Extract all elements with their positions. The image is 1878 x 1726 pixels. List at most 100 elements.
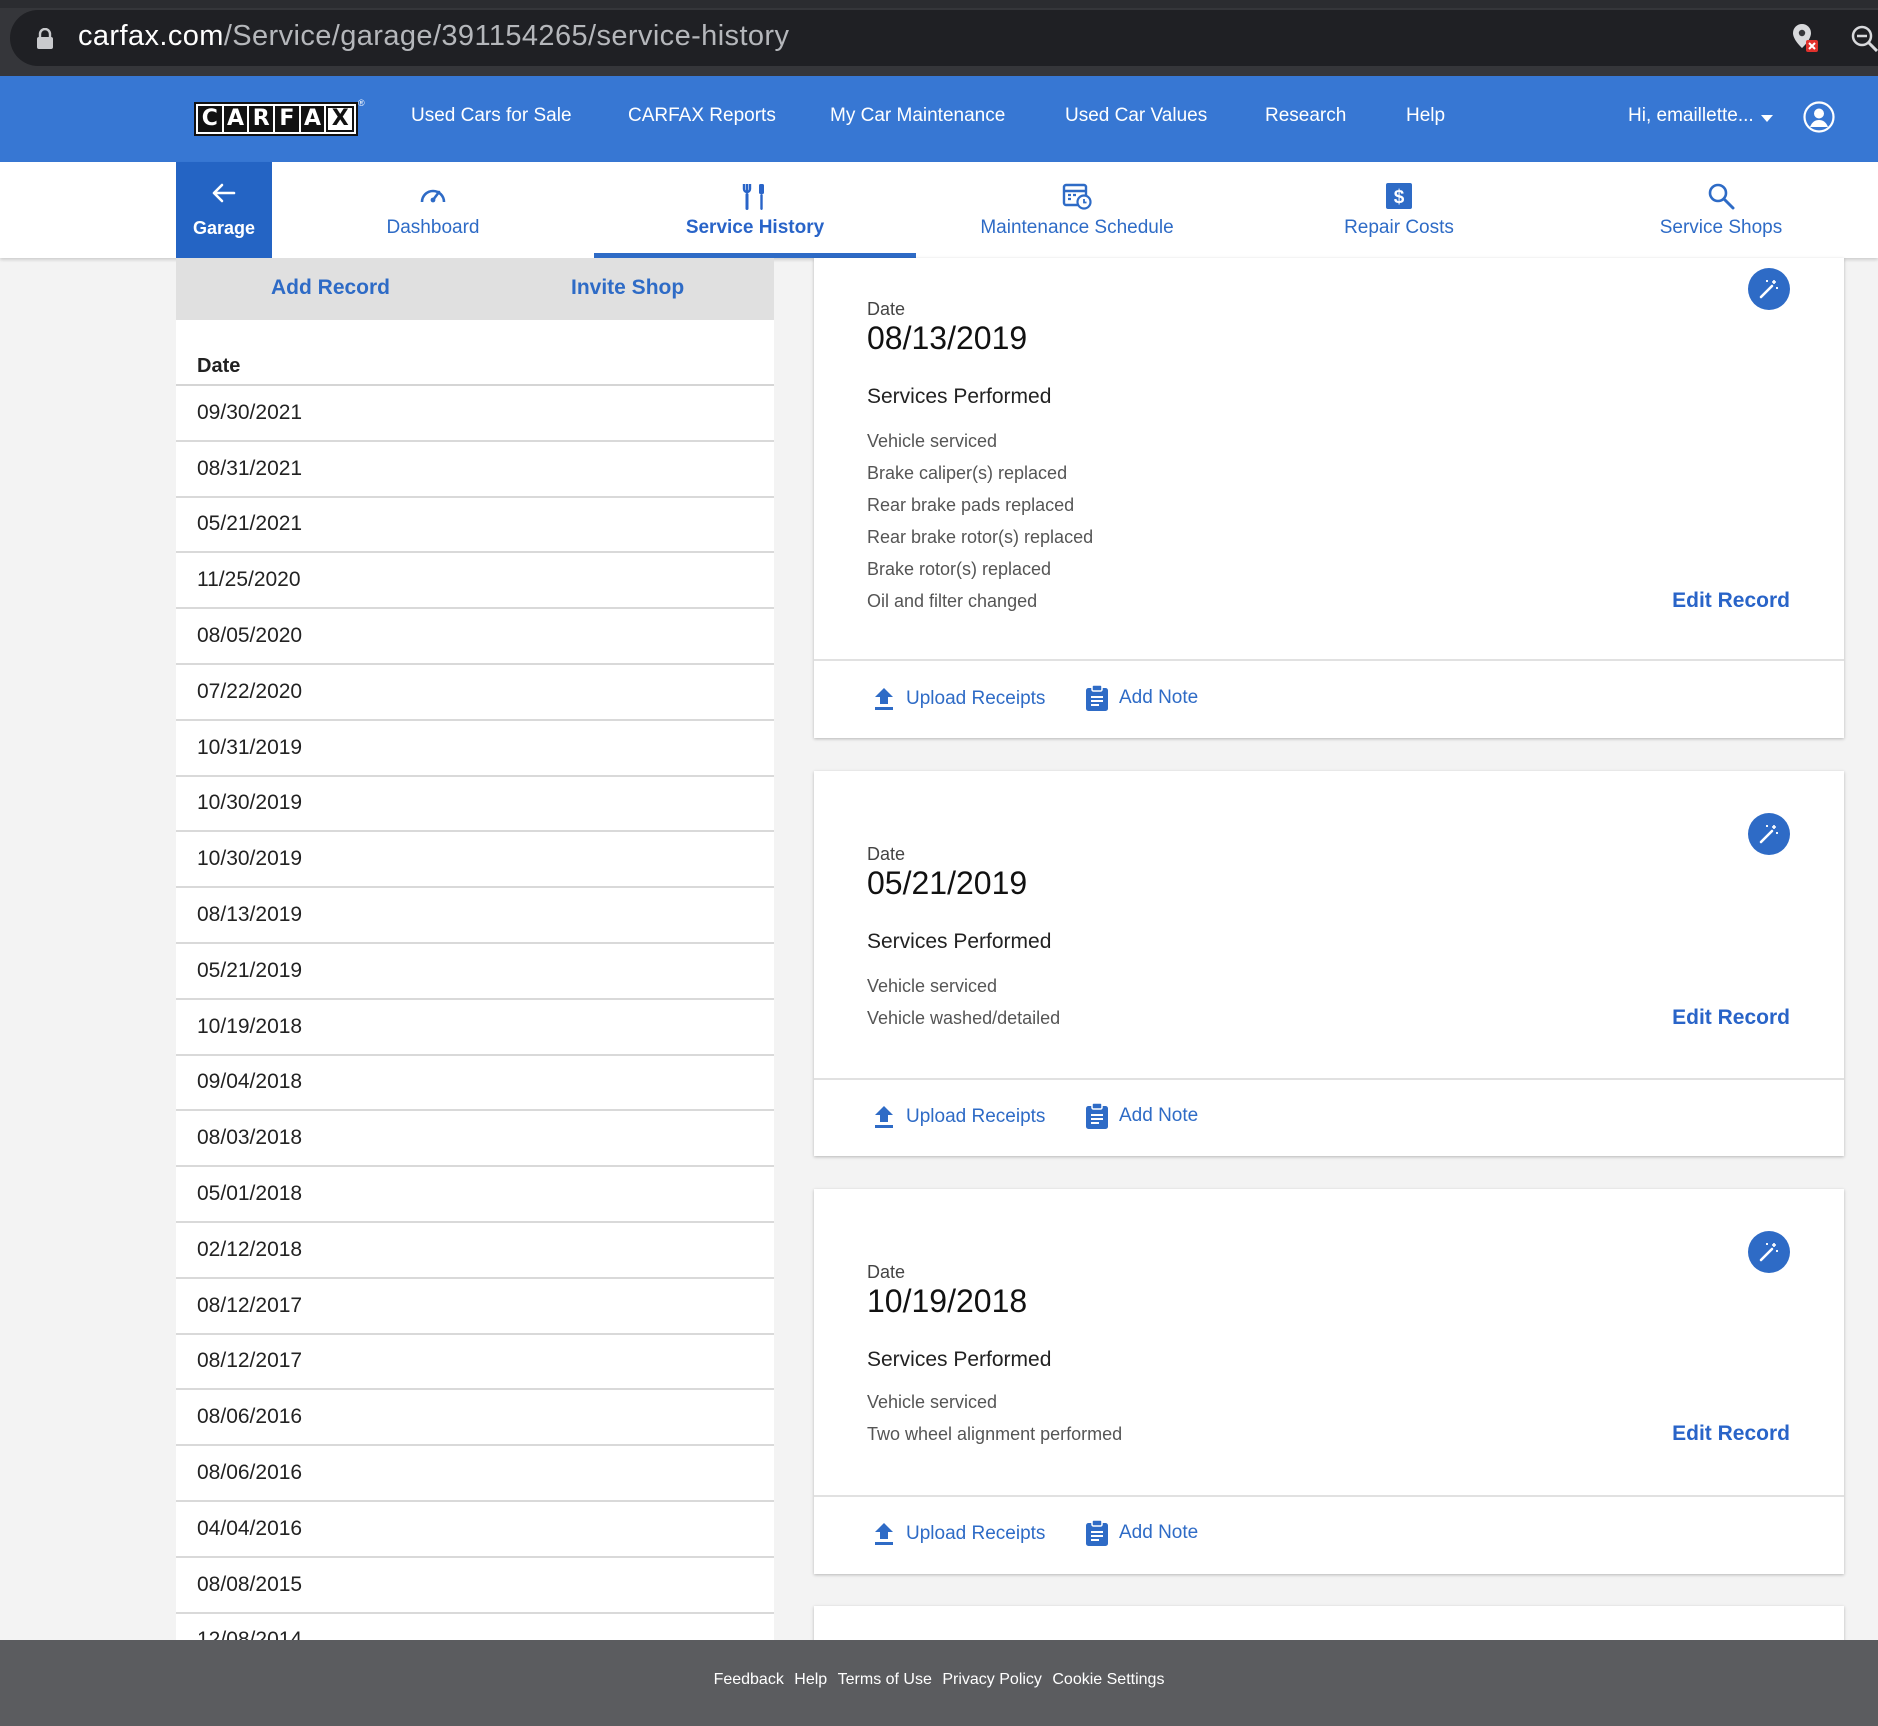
date-column-header: Date: [197, 355, 241, 377]
upload-receipts-button[interactable]: Upload Receipts: [872, 1104, 1045, 1130]
nav-carfax-reports[interactable]: CARFAX Reports: [628, 105, 776, 127]
date-list-item[interactable]: 05/21/2021: [176, 498, 774, 554]
date-list-item[interactable]: 05/01/2018: [176, 1167, 774, 1223]
upload-receipts-label: Upload Receipts: [906, 688, 1046, 709]
add-note-label: Add Note: [1119, 687, 1199, 708]
add-note-label: Add Note: [1119, 1105, 1199, 1126]
upload-receipts-label: Upload Receipts: [906, 1106, 1046, 1127]
date-list-item[interactable]: 08/08/2015: [176, 1558, 774, 1614]
tab-service-shops[interactable]: Service Shops: [1594, 162, 1848, 258]
date-list-item[interactable]: 10/31/2019: [176, 721, 774, 777]
services-list: Vehicle serviced Vehicle washed/detailed: [867, 970, 1060, 1034]
date-list-item[interactable]: 12/08/2014: [176, 1614, 774, 1640]
tab-maintenance-schedule-label: Maintenance Schedule: [980, 217, 1174, 238]
url-text[interactable]: carfax.com/Service/garage/391154265/serv…: [78, 20, 789, 53]
upload-receipts-button[interactable]: Upload Receipts: [872, 686, 1045, 712]
service-item: Oil and filter changed: [867, 591, 1038, 611]
date-list-item[interactable]: 08/12/2017: [176, 1279, 774, 1335]
edit-record-button[interactable]: Edit Record: [1672, 1422, 1790, 1446]
add-note-button[interactable]: Add Note: [1085, 684, 1198, 712]
nav-used-car-values[interactable]: Used Car Values: [1065, 105, 1207, 127]
carfax-logo[interactable]: C A R F A X: [194, 102, 358, 136]
date-list-item[interactable]: 08/06/2016: [176, 1390, 774, 1447]
date-list-item[interactable]: 11/25/2020: [176, 553, 774, 610]
service-item: Vehicle washed/detailed: [867, 1008, 1061, 1028]
logo-letter: R: [249, 106, 274, 132]
upload-receipts-button[interactable]: Upload Receipts: [872, 1521, 1045, 1547]
record-date: 10/19/2018: [867, 1283, 1028, 1319]
services-performed-heading: Services Performed: [867, 930, 1052, 953]
date-list-item[interactable]: 09/04/2018: [176, 1056, 774, 1112]
invite-shop-button[interactable]: Invite Shop: [571, 276, 684, 300]
date-list-item[interactable]: 08/03/2018: [176, 1111, 774, 1168]
user-avatar-icon[interactable]: [1803, 101, 1835, 133]
location-blocked-icon[interactable]: [1790, 22, 1820, 54]
services-performed-heading: Services Performed: [867, 385, 1052, 408]
upload-icon: [875, 1106, 893, 1128]
clipboard-icon: [1086, 1102, 1108, 1129]
date-list-item[interactable]: 09/30/2021: [176, 386, 774, 442]
footer-link-feedback[interactable]: Feedback: [714, 1671, 784, 1688]
footer-link-cookie-settings[interactable]: Cookie Settings: [1052, 1671, 1164, 1688]
user-menu-greeting[interactable]: Hi, emaillette...: [1628, 105, 1754, 127]
add-note-button[interactable]: Add Note: [1085, 1519, 1198, 1547]
upload-icon: [875, 688, 893, 710]
add-note-button[interactable]: Add Note: [1085, 1102, 1198, 1130]
tab-repair-costs-label: Repair Costs: [1344, 217, 1454, 238]
edit-record-button[interactable]: Edit Record: [1672, 589, 1790, 613]
service-date-list-panel: Add Record Invite Shop Date 09/30/2021 08…: [176, 258, 774, 1640]
auto-fill-button[interactable]: [1748, 268, 1790, 310]
tab-repair-costs[interactable]: $ Repair Costs: [1272, 162, 1526, 258]
edit-record-button[interactable]: Edit Record: [1672, 1006, 1790, 1030]
date-list-item[interactable]: 04/04/2016: [176, 1502, 774, 1558]
nav-used-cars-for-sale[interactable]: Used Cars for Sale: [411, 105, 572, 127]
add-record-button[interactable]: Add Record: [271, 276, 390, 300]
tab-dashboard[interactable]: Dashboard: [306, 162, 560, 258]
footer-link-terms-of-use[interactable]: Terms of Use: [838, 1671, 932, 1688]
date-list-item[interactable]: 07/22/2020: [176, 665, 774, 721]
speedometer-icon: [420, 189, 446, 203]
auto-fill-button[interactable]: [1748, 1231, 1790, 1273]
add-note-label: Add Note: [1119, 1522, 1199, 1543]
date-list-item[interactable]: 08/31/2021: [176, 442, 774, 498]
footer-links: Feedback Help Terms of Use Privacy Polic…: [0, 1671, 1878, 1689]
date-list: 09/30/2021 08/31/2021 05/21/2021 11/25/2020…: [176, 386, 774, 1640]
date-list-item[interactable]: 08/13/2019: [176, 888, 774, 944]
footer-link-help[interactable]: Help: [794, 1671, 827, 1688]
logo-letter: C: [198, 106, 222, 132]
registered-mark: ®: [358, 98, 365, 108]
nav-research[interactable]: Research: [1265, 105, 1346, 127]
tab-maintenance-schedule[interactable]: Maintenance Schedule: [950, 162, 1204, 258]
date-list-item[interactable]: 08/05/2020: [176, 609, 774, 665]
garage-back-button[interactable]: Garage: [176, 162, 272, 258]
service-item: Vehicle serviced: [867, 1392, 998, 1412]
service-item: Rear brake rotor(s) replaced: [867, 527, 1094, 547]
logo-letter: A: [223, 106, 248, 132]
date-list-item[interactable]: 05/21/2019: [176, 944, 774, 1000]
calendar-clock-icon: [1062, 183, 1092, 210]
search-icon: [1708, 183, 1735, 210]
service-item: Vehicle serviced: [867, 431, 998, 451]
date-list-item[interactable]: 10/19/2018: [176, 1000, 774, 1056]
lock-icon: [37, 28, 53, 49]
service-item: Brake rotor(s) replaced: [867, 559, 1052, 579]
date-list-item[interactable]: 08/06/2016: [176, 1446, 774, 1502]
chevron-down-icon[interactable]: [1761, 115, 1773, 122]
footer-link-privacy-policy[interactable]: Privacy Policy: [942, 1671, 1042, 1688]
record-date-label: Date: [867, 844, 906, 864]
logo-letter: A: [300, 106, 325, 132]
date-list-item[interactable]: 02/12/2018: [176, 1223, 774, 1279]
nav-my-car-maintenance[interactable]: My Car Maintenance: [830, 105, 1005, 127]
logo-letter: X: [326, 106, 355, 132]
nav-help[interactable]: Help: [1406, 105, 1445, 127]
divider: [814, 1495, 1844, 1497]
record-date-label: Date: [867, 1262, 906, 1282]
zoom-icon[interactable]: [1850, 24, 1878, 52]
arrow-left-icon: [212, 183, 236, 203]
tab-service-history[interactable]: Service History: [594, 162, 916, 258]
date-list-item[interactable]: 08/12/2017: [176, 1335, 774, 1391]
date-list-item[interactable]: 10/30/2019: [176, 832, 774, 889]
date-list-item[interactable]: 10/30/2019: [176, 777, 774, 833]
auto-fill-button[interactable]: [1748, 813, 1790, 855]
page-footer: Feedback Help Terms of Use Privacy Polic…: [0, 1640, 1878, 1726]
